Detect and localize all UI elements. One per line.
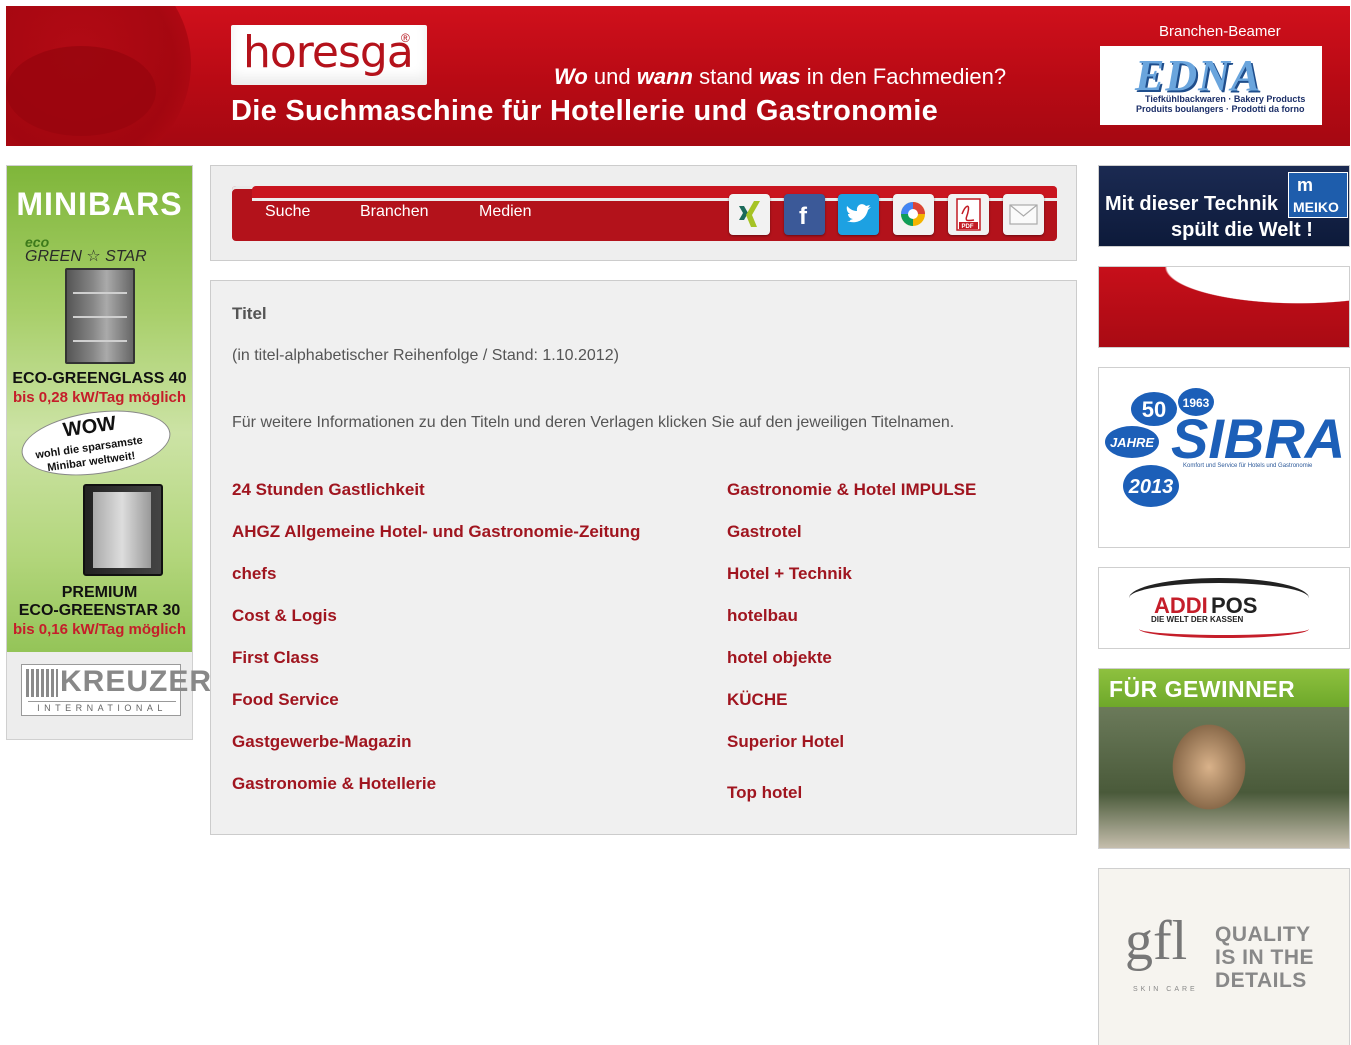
mail-icon[interactable] xyxy=(1003,194,1044,235)
gewinner-banner: FÜR GEWINNER xyxy=(1099,669,1349,707)
title-link[interactable]: chefs xyxy=(232,564,276,584)
title-link[interactable]: Gastronomie & Hotel IMPULSE xyxy=(727,480,976,500)
product2-note: bis 0,16 kW/Tag möglich xyxy=(12,621,187,638)
gewinner-ad[interactable]: FÜR GEWINNER xyxy=(1098,668,1350,849)
addipos-ad[interactable]: ADDI POS DIE WELT DER KASSEN xyxy=(1098,567,1350,649)
title-link[interactable]: Top hotel xyxy=(727,783,802,803)
nav-item-branchen[interactable]: Branchen xyxy=(360,203,429,221)
gfl-ad[interactable]: gfl SKIN CARE QUALITY IS IN THE DETAILS xyxy=(1098,868,1350,1045)
red-wave-graphic xyxy=(1099,267,1349,347)
title-link[interactable]: hotel objekte xyxy=(727,648,832,668)
site-logo[interactable]: horesga ® xyxy=(231,25,427,85)
meiko-line2: spült die Welt ! xyxy=(1171,219,1313,241)
eye-inner-graphic xyxy=(6,46,156,136)
sibra-logo: SIBRA xyxy=(1171,407,1346,470)
addipos-swoosh xyxy=(1139,620,1309,638)
xing-icon[interactable] xyxy=(729,194,770,235)
title-link[interactable]: KÜCHE xyxy=(727,690,787,710)
nav-item-medien[interactable]: Medien xyxy=(479,203,531,221)
title-link[interactable]: Hotel + Technik xyxy=(727,564,852,584)
page-subtitle: (in titel-alphabetischer Reihenfolge / S… xyxy=(232,347,619,364)
sibra-jahre-badge: JAHRE xyxy=(1103,424,1161,460)
google-buzz-icon[interactable] xyxy=(893,194,934,235)
registered-icon: ® xyxy=(401,31,410,45)
meiko-logo: m MEIKO xyxy=(1288,172,1348,218)
product1-note: bis 0,28 kW/Tag möglich xyxy=(12,389,187,406)
edna-subline-1: Tiefkühlbackwaren · Bakery Products xyxy=(1145,94,1306,104)
header-banner: horesga ® Wo und wann stand was in den F… xyxy=(6,6,1350,146)
page-title: Titel xyxy=(232,304,267,323)
title-link[interactable]: Gastronomie & Hotellerie xyxy=(232,774,436,794)
title-link[interactable]: Food Service xyxy=(232,690,339,710)
edna-subline-2: Produits boulangers · Prodotti da forno xyxy=(1136,104,1305,114)
sibra-tagline: Komfort und Service für Hotels und Gastr… xyxy=(1183,463,1313,469)
info-text: Für weitere Informationen zu den Titeln … xyxy=(232,414,955,431)
title-link[interactable]: Cost & Logis xyxy=(232,606,337,626)
meiko-ad[interactable]: Mit dieser Technik spült die Welt ! m MEI… xyxy=(1098,165,1350,247)
headline: Die Suchmaschine für Hotellerie und Gast… xyxy=(231,95,939,127)
nav-panel: Suche Branchen Medien f PDF xyxy=(210,165,1077,261)
greenstar-label: GREEN ☆ STAR xyxy=(25,248,147,265)
title-link[interactable]: Superior Hotel xyxy=(727,732,844,752)
product2-line1: PREMIUM xyxy=(61,584,138,601)
title-link[interactable]: hotelbau xyxy=(727,606,798,626)
svg-text:PDF: PDF xyxy=(962,224,974,230)
nav-item-suche[interactable]: Suche xyxy=(265,203,310,221)
ad-title: MINIBARS xyxy=(16,186,183,222)
restaurant-photo xyxy=(1099,707,1349,848)
twitter-icon[interactable] xyxy=(838,194,879,235)
title-link[interactable]: AHGZ Allgemeine Hotel- und Gastronomie-Z… xyxy=(232,522,640,542)
gfl-quality-2: IS IN THE xyxy=(1215,946,1315,969)
meiko-line1: Mit dieser Technik xyxy=(1105,193,1279,215)
gfl-logo: gfl xyxy=(1125,910,1188,972)
logo-text: horesga xyxy=(243,27,414,78)
tagline: Wo und wann stand was in den Fachmedien? xyxy=(554,64,1007,89)
product1-name: ECO-GREENGLASS 40 xyxy=(12,370,187,387)
minibar-image xyxy=(83,484,163,576)
branchen-beamer-label: Branchen-Beamer xyxy=(1159,23,1281,40)
gfl-quality-3: DETAILS xyxy=(1215,969,1307,992)
product2-line2: ECO-GREENSTAR 30 xyxy=(18,602,181,619)
svg-text:f: f xyxy=(799,203,808,230)
title-link[interactable]: 24 Stunden Gastlichkeit xyxy=(232,480,425,500)
sibra-ad[interactable]: 1963 50 JAHRE 2013 SIBRA Komfort und Ser… xyxy=(1098,367,1350,548)
glass-fridge-image xyxy=(65,268,135,364)
title-link[interactable]: Gastrotel xyxy=(727,522,802,542)
main-nav: Suche Branchen Medien f PDF xyxy=(232,186,1057,241)
kreuzer-logo: KREUZER INTERNATIONAL xyxy=(21,664,211,716)
content-panel: Titel (in titel-alphabetischer Reihenfol… xyxy=(210,280,1077,835)
facebook-icon[interactable]: f xyxy=(784,194,825,235)
pdf-icon[interactable]: PDF xyxy=(948,194,989,235)
edna-ad[interactable]: EDNA Tiefkühlbackwaren · Bakery Products… xyxy=(1100,46,1322,125)
title-link[interactable]: Gastgewerbe-Magazin xyxy=(232,732,412,752)
title-link[interactable]: First Class xyxy=(232,648,319,668)
red-wave-ad[interactable] xyxy=(1098,266,1350,348)
gfl-skin-care: SKIN CARE xyxy=(1133,986,1198,993)
minibars-ad[interactable]: MINIBARS eco GREEN ☆ STAR ECO-GREENGLASS… xyxy=(6,165,211,740)
gfl-quality-1: QUALITY xyxy=(1215,923,1311,946)
